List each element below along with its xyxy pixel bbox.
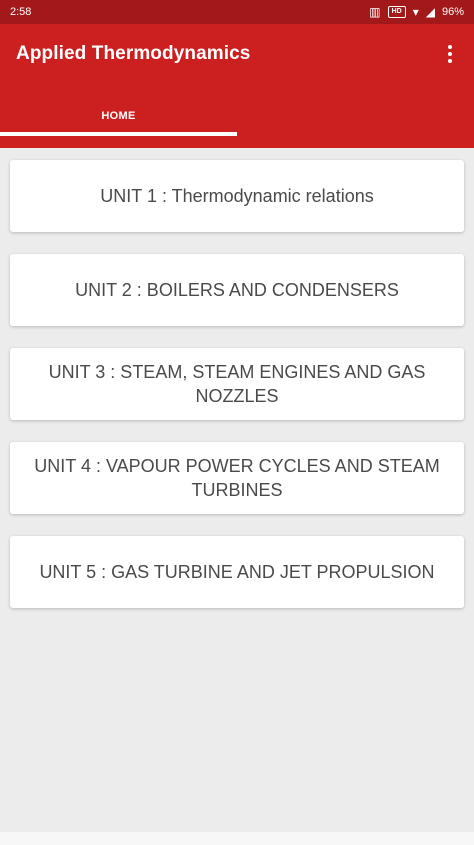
menu-dot xyxy=(448,45,452,49)
tab-bar: HOME xyxy=(0,84,474,148)
status-time: 2:58 xyxy=(10,6,32,18)
unit-card-label: UNIT 2 : BOILERS AND CONDENSERS xyxy=(75,280,399,300)
unit-card-1[interactable]: UNIT 1 : Thermodynamic relations xyxy=(10,160,464,232)
menu-dot xyxy=(448,52,452,56)
tab-indicator xyxy=(0,132,237,136)
page-title: Applied Thermodynamics xyxy=(16,43,251,64)
unit-card-label: UNIT 3 : STEAM, STEAM ENGINES AND GAS NO… xyxy=(48,362,426,406)
hd-badge: HD xyxy=(387,6,406,18)
tab-second[interactable] xyxy=(237,84,474,148)
menu-dot xyxy=(448,59,452,63)
unit-card-5[interactable]: UNIT 5 : GAS TURBINE AND JET PROPULSION xyxy=(10,536,464,608)
unit-card-label: UNIT 4 : VAPOUR POWER CYCLES AND STEAM T… xyxy=(34,456,440,500)
unit-card-3[interactable]: UNIT 3 : STEAM, STEAM ENGINES AND GAS NO… xyxy=(10,348,464,420)
unit-card-2[interactable]: UNIT 2 : BOILERS AND CONDENSERS xyxy=(10,254,464,326)
tab-home-label: HOME xyxy=(101,110,136,122)
unit-card-4[interactable]: UNIT 4 : VAPOUR POWER CYCLES AND STEAM T… xyxy=(10,442,464,514)
unit-card-label: UNIT 1 : Thermodynamic relations xyxy=(100,186,374,206)
overflow-menu-icon[interactable] xyxy=(442,42,458,66)
unit-list: UNIT 1 : Thermodynamic relations UNIT 2 … xyxy=(0,148,474,630)
status-bar: 2:58 ▥ HD ▾ ◢ 96% xyxy=(0,0,474,24)
tab-home[interactable]: HOME xyxy=(0,84,237,148)
signal-icon: ◢ xyxy=(425,5,435,19)
wifi-icon: ▾ xyxy=(412,5,419,19)
battery-level: 96% xyxy=(441,6,464,18)
bottom-edge xyxy=(0,832,474,845)
app-bar: Applied Thermodynamics xyxy=(0,24,474,84)
status-icons: ▥ HD ▾ ◢ 96% xyxy=(369,6,464,18)
unit-card-label: UNIT 5 : GAS TURBINE AND JET PROPULSION xyxy=(39,562,435,582)
notification-icon: ▥ xyxy=(369,5,381,19)
